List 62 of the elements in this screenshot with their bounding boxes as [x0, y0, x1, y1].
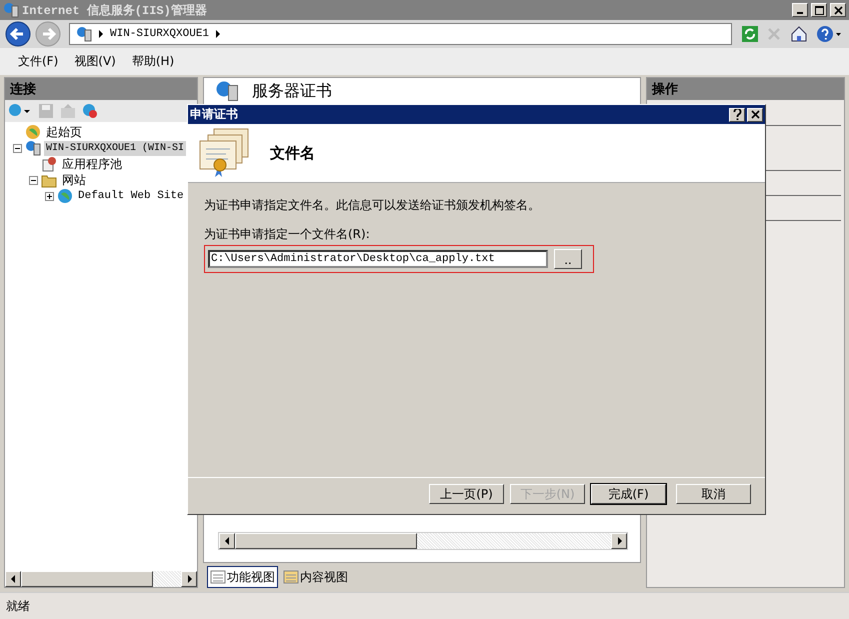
- server-icon: [216, 81, 238, 101]
- minimize-button[interactable]: [792, 3, 808, 17]
- tree-item[interactable]: WIN-SIURXQXOUE1 (WIN-SI: [44, 140, 186, 156]
- address-bar[interactable]: WIN-SIURXQXOUE1: [69, 23, 732, 45]
- status-text: 就绪: [6, 598, 30, 614]
- tree-item[interactable]: 网站: [60, 172, 88, 188]
- right-arrow-icon[interactable]: [616, 537, 622, 545]
- scrollbar[interactable]: [5, 571, 197, 587]
- server-icon: [76, 26, 92, 42]
- server-icon: [25, 140, 41, 156]
- left-arrow-icon[interactable]: [10, 575, 16, 583]
- refresh-icon[interactable]: [742, 26, 758, 42]
- tree-item[interactable]: 起始页: [44, 124, 84, 140]
- menu-item[interactable]: 视图(V): [68, 53, 126, 70]
- description-text: 为证书申请指定文件名。此信息可以发送给证书颁发机构签名。: [204, 197, 541, 214]
- close-button[interactable]: [747, 108, 763, 122]
- page-title: 服务器证书: [252, 81, 332, 101]
- help-icon: [732, 109, 742, 120]
- maximize-icon: [814, 6, 824, 14]
- view-tab[interactable]: 功能视图: [207, 566, 278, 588]
- panel-header: 操作: [647, 78, 844, 100]
- globe-icon: [25, 124, 41, 140]
- home-icon[interactable]: [790, 25, 808, 43]
- wizard-button[interactable]: 取消: [676, 484, 751, 504]
- app-icon: [3, 2, 19, 18]
- tree-item[interactable]: Default Web Site: [76, 188, 186, 204]
- field-label: 为证书申请指定一个文件名(R):: [204, 226, 371, 243]
- wizard-button[interactable]: 上一页(P): [429, 484, 504, 504]
- expand-toggle[interactable]: [45, 192, 54, 200]
- minimize-icon: [797, 12, 803, 14]
- back-button[interactable]: [5, 21, 31, 47]
- dialog-title: 申请证书: [190, 106, 238, 123]
- collapse-toggle[interactable]: [29, 176, 38, 184]
- close-icon: [834, 6, 842, 14]
- collapse-toggle[interactable]: [13, 144, 22, 152]
- right-arrow-icon[interactable]: [186, 575, 192, 583]
- tree-item[interactable]: 应用程序池: [60, 156, 124, 172]
- wizard-button[interactable]: 完成(F): [591, 484, 666, 504]
- menu-item[interactable]: 帮助(H): [126, 53, 184, 70]
- menu-item[interactable]: 文件(F): [12, 53, 68, 70]
- arrow-icon: [215, 30, 222, 38]
- file-name-field[interactable]: C:\Users\Administrator\Desktop\ca_apply.txt: [208, 250, 548, 268]
- view-tab[interactable]: 内容视图: [280, 566, 351, 588]
- close-icon: [750, 110, 760, 119]
- scrollbar-thumb[interactable]: [235, 533, 417, 549]
- dialog-heading: 文件名: [270, 144, 315, 162]
- left-arrow-icon[interactable]: [224, 537, 230, 545]
- help-button[interactable]: [729, 108, 745, 122]
- breadcrumb-item[interactable]: WIN-SIURXQXOUE1: [110, 28, 210, 40]
- scrollbar[interactable]: [218, 532, 628, 550]
- arrow-icon: [98, 30, 104, 38]
- browse-button[interactable]: ..: [554, 249, 582, 269]
- panel-header: 连接: [5, 78, 197, 100]
- help-icon[interactable]: [816, 25, 842, 43]
- window-title: Internet 信息服务(IIS)管理器: [22, 2, 207, 18]
- close-button[interactable]: [830, 3, 846, 17]
- scrollbar-thumb[interactable]: [21, 571, 153, 587]
- globe-icon[interactable]: [8, 103, 32, 119]
- folder-icon: [283, 569, 299, 585]
- globe-icon: [57, 188, 73, 204]
- list-icon: [210, 569, 226, 585]
- maximize-button[interactable]: [811, 3, 827, 17]
